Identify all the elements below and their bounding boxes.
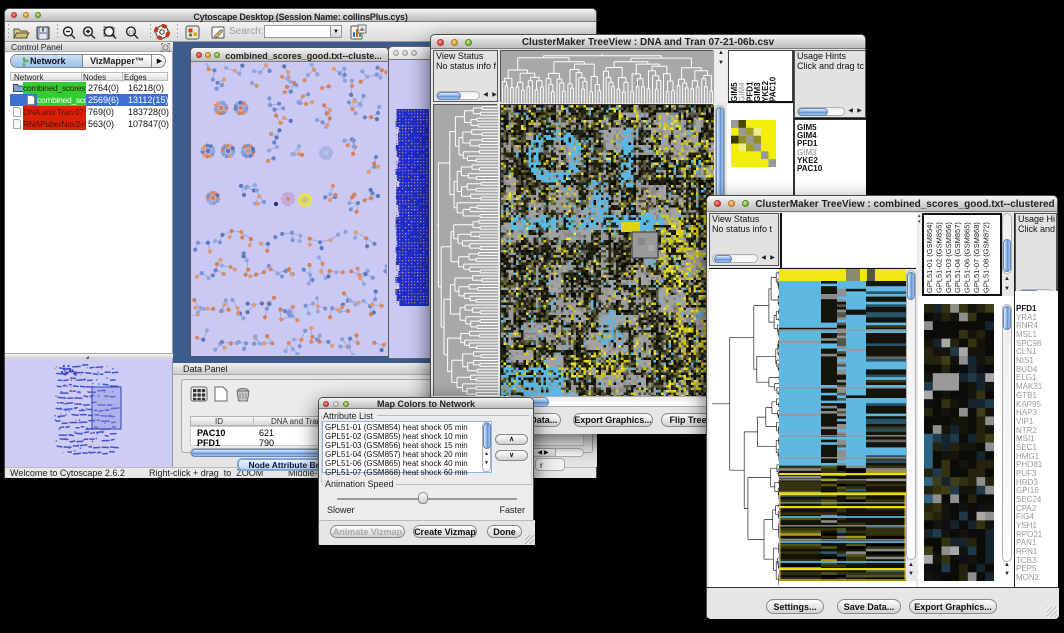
svg-text:GPL51-02 (GSM855): GPL51-02 (GSM855) <box>934 222 943 293</box>
svg-text:GPL51-07 (GSM868): GPL51-07 (GSM868) <box>972 222 981 293</box>
svg-text:GPL51-03 (GSM856): GPL51-03 (GSM856) <box>944 222 953 293</box>
svg-text:GPL51-06 (GSM865): GPL51-06 (GSM865) <box>963 222 972 293</box>
svg-text:GPL51-08 (GSM872): GPL51-08 (GSM872) <box>981 222 990 293</box>
svg-text:GPL51-04 (GSM857): GPL51-04 (GSM857) <box>953 222 962 293</box>
svg-text:1:1: 1:1 <box>128 30 135 35</box>
svg-text:PAC10: PAC10 <box>769 76 778 102</box>
svg-text:GPL51-01 (GSM854): GPL51-01 (GSM854) <box>925 222 934 293</box>
